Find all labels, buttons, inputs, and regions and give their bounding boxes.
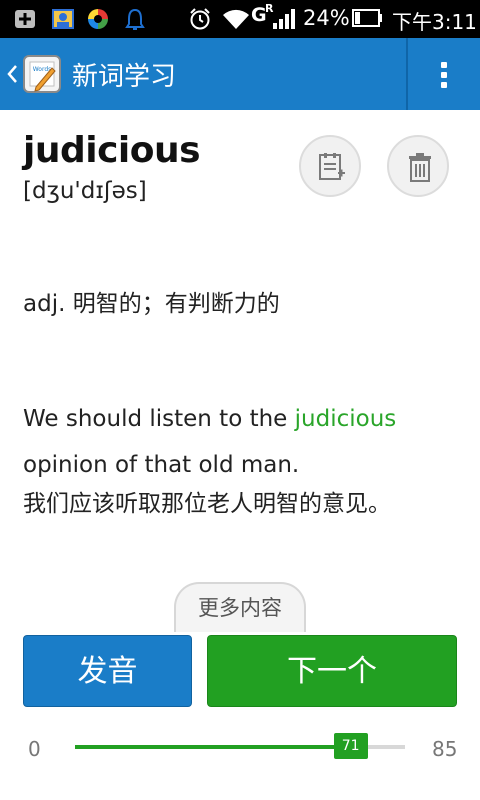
alarm-clock-icon bbox=[190, 8, 210, 30]
more-content-button[interactable]: 更多内容 bbox=[174, 582, 306, 632]
progress-min-label: 0 bbox=[28, 737, 41, 761]
progress-fill bbox=[75, 745, 351, 749]
example-text-after: opinion of that old man. bbox=[23, 452, 300, 478]
example-text-before: We should listen to the bbox=[23, 406, 295, 432]
wifi-icon bbox=[223, 9, 249, 29]
app-colorful-icon bbox=[88, 9, 108, 29]
word-definition: adj. 明智的；有判断力的 bbox=[23, 291, 280, 317]
app-notebook-icon: Words bbox=[23, 55, 61, 93]
example-highlighted-word: judicious bbox=[294, 406, 397, 432]
delete-word-button[interactable] bbox=[387, 135, 449, 197]
back-chevron-icon bbox=[7, 65, 17, 83]
status-bar: G R 24% 下午3:11 bbox=[0, 0, 480, 38]
progress-slider[interactable]: 71 bbox=[75, 733, 405, 759]
example-translation: 我们应该听取那位老人明智的意见。 bbox=[23, 491, 391, 517]
trash-icon bbox=[409, 153, 431, 182]
page-title: 新词学习 bbox=[72, 62, 177, 92]
battery-icon bbox=[352, 9, 382, 27]
example-sentence: We should listen to the judicious opinio… bbox=[23, 396, 463, 488]
progress-thumb[interactable]: 71 bbox=[333, 733, 368, 759]
overflow-menu-button[interactable] bbox=[408, 38, 480, 110]
action-bar: Words 新词学习 bbox=[0, 38, 480, 110]
next-word-button[interactable]: 下一个 bbox=[207, 635, 457, 707]
add-box-icon bbox=[15, 10, 35, 28]
battery-percent: 24% bbox=[303, 6, 350, 30]
word-phonetic: [dʒu'dɪʃəs] bbox=[23, 178, 147, 204]
alarm-bell-icon bbox=[125, 8, 145, 30]
back-button[interactable]: Words bbox=[0, 38, 70, 110]
signal-icon bbox=[273, 9, 295, 29]
pronounce-button[interactable]: 发音 bbox=[23, 635, 192, 707]
add-to-notebook-button[interactable] bbox=[299, 135, 361, 197]
progress-max-label: 85 bbox=[432, 737, 458, 761]
add-to-notebook-icon bbox=[319, 153, 345, 180]
word-title: judicious bbox=[23, 130, 201, 171]
status-time: 下午3:11 bbox=[392, 10, 477, 34]
contact-card-icon bbox=[52, 9, 74, 29]
